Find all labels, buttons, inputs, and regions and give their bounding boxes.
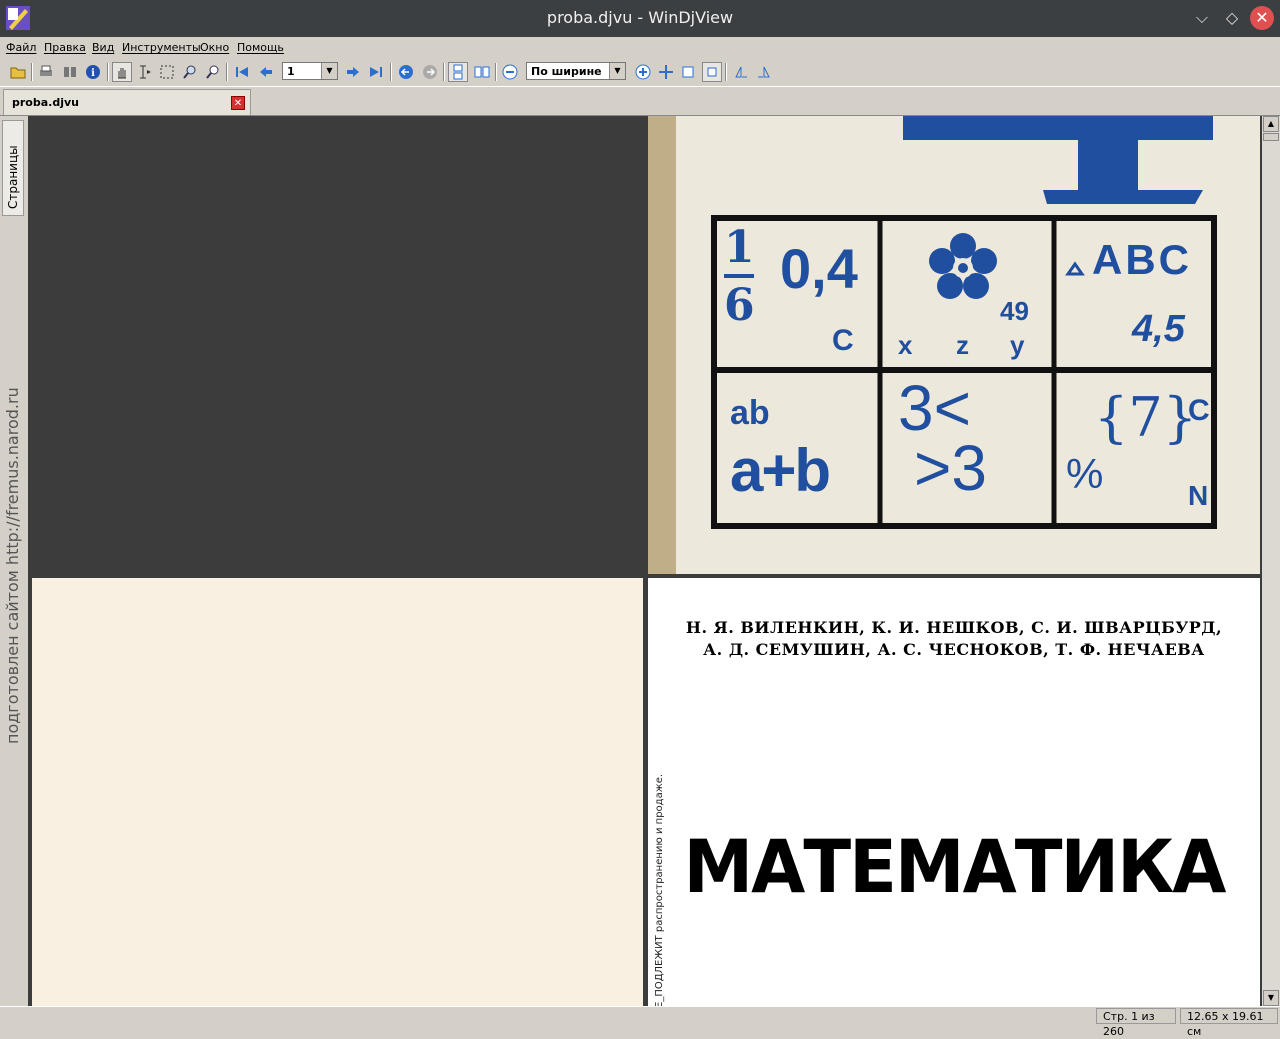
menu-edit[interactable]: Правка: [44, 41, 86, 54]
blank-page: [32, 578, 643, 1006]
minimize-button[interactable]: ⌵: [1190, 6, 1214, 30]
maximize-button[interactable]: ◇: [1220, 6, 1244, 30]
rotate-left-icon[interactable]: [731, 62, 751, 82]
menu-file[interactable]: Файл: [6, 41, 36, 54]
prev-page-icon[interactable]: [256, 62, 276, 82]
tab-label: proba.djvu: [12, 96, 79, 109]
cover-letter-c: C: [832, 324, 854, 357]
continuous-layout-icon[interactable]: [448, 62, 468, 82]
cover-greater-3: >3: [914, 432, 987, 504]
close-button[interactable]: ✕: [1250, 6, 1274, 30]
status-bar: Стр. 1 из 260 12.65 x 19.61 см: [0, 1006, 1280, 1038]
cover-3-less: 3<: [898, 372, 971, 444]
page-number-combo[interactable]: 1 ▼: [282, 62, 338, 80]
fraction-denominator: 6: [724, 280, 755, 331]
actual-size-icon[interactable]: [702, 62, 722, 82]
close-tab-icon[interactable]: ✕: [231, 96, 245, 110]
cover-decimal: 0,4: [780, 237, 858, 300]
cover-y: y: [1010, 330, 1025, 360]
last-page-icon[interactable]: [366, 62, 386, 82]
title-page: Н. Я. ВИЛЕНКИН, К. И. НЕШКОВ, С. И. ШВАР…: [648, 578, 1260, 1006]
cover-inequality: 3< >3: [898, 372, 987, 504]
svg-text:i: i: [91, 68, 95, 79]
cover-49: 49: [1000, 296, 1029, 326]
menu-view[interactable]: Вид: [92, 41, 114, 54]
authors-line-1: Н. Я. ВИЛЕНКИН, К. И. НЕШКОВ, С. И. ШВАР…: [685, 618, 1223, 637]
window-title: proba.djvu - WinDjView: [546, 8, 734, 27]
title-bar: proba.djvu - WinDjView ⌵ ◇ ✕: [0, 0, 1280, 37]
menu-bar: Файл Правка Вид Инструменты Окно Помощь: [0, 37, 1280, 59]
cover-page: 1 6 0,4 C 49 x z y ABC 4,5 ab a+b 3< >3 …: [648, 116, 1260, 574]
back-icon[interactable]: [396, 62, 416, 82]
open-icon[interactable]: [8, 62, 28, 82]
fraction-numerator: 1: [724, 222, 755, 273]
cover-letter-c2: C: [1188, 394, 1210, 427]
scroll-up-icon[interactable]: ▲: [1263, 116, 1279, 132]
zoom-rect-icon[interactable]: [180, 62, 200, 82]
cover-fraction: 1 6: [724, 224, 755, 330]
book-title: МАТЕМАТИКА: [683, 823, 1227, 911]
menu-tools[interactable]: Инструменты: [122, 41, 201, 54]
cover-x: x: [898, 330, 913, 360]
scroll-thumb[interactable]: [1263, 133, 1279, 141]
magnifier-icon[interactable]: [203, 62, 223, 82]
zoom-mode-value: По ширине: [531, 65, 602, 78]
print-icon[interactable]: [36, 62, 56, 82]
first-page-icon[interactable]: [232, 62, 252, 82]
authors-line-2: А. Д. СЕМУШИН, А. С. ЧЕСНОКОВ, Т. Ф. НЕЧ…: [703, 640, 1205, 659]
facing-pages-icon[interactable]: [472, 62, 492, 82]
next-page-icon[interactable]: [343, 62, 363, 82]
zoom-out-icon[interactable]: [500, 62, 520, 82]
watermark-text: подготовлен сайтом http://fremus.narod.r…: [3, 387, 22, 744]
page-number-value: 1: [287, 65, 295, 78]
vertical-scrollbar[interactable]: ▲ ▼: [1262, 116, 1280, 1006]
document-tab-bar: proba.djvu ✕: [0, 87, 1280, 116]
status-size: 12.65 x 19.61 см: [1180, 1008, 1278, 1038]
select-area-icon[interactable]: [157, 62, 177, 82]
document-viewer[interactable]: 1 6 0,4 C 49 x z y ABC 4,5 ab a+b 3< >3 …: [28, 116, 1262, 1006]
menu-help[interactable]: Помощь: [237, 41, 284, 54]
cover-abc: ABC: [1092, 236, 1192, 283]
side-note: Е_ПОДЛЕЖИТ распространению и продаже.: [654, 773, 665, 1006]
fit-page-icon[interactable]: [678, 62, 698, 82]
cover-letter-n: N: [1188, 480, 1209, 511]
forward-icon[interactable]: [420, 62, 440, 82]
fit-width-icon[interactable]: [656, 62, 676, 82]
find-icon[interactable]: [60, 62, 80, 82]
cover-set-7: {7}: [1094, 386, 1198, 449]
chevron-down-icon[interactable]: ▼: [321, 63, 337, 79]
rotate-right-icon[interactable]: [754, 62, 774, 82]
cover-4-5: 4,5: [1132, 308, 1185, 350]
cover-percent: %: [1066, 450, 1104, 497]
status-page: Стр. 1 из 260: [1096, 1008, 1176, 1038]
hand-tool-icon[interactable]: [112, 62, 132, 82]
select-text-icon[interactable]: [135, 62, 155, 82]
cover-z: z: [956, 330, 969, 360]
cover-a-plus-b: a+b: [730, 437, 831, 504]
toolbar: i 1 ▼ По ширине ▼: [0, 59, 1280, 87]
zoom-combo[interactable]: По ширине ▼: [526, 62, 626, 80]
watermark: подготовлен сайтом http://fremus.narod.r…: [0, 116, 22, 1006]
cover-ab: ab: [730, 394, 770, 432]
zoom-in-icon[interactable]: [633, 62, 653, 82]
chevron-down-icon[interactable]: ▼: [609, 63, 625, 79]
tab-proba[interactable]: proba.djvu ✕: [3, 89, 251, 115]
info-icon[interactable]: i: [83, 62, 103, 82]
menu-window[interactable]: Окно: [200, 41, 229, 54]
scroll-down-icon[interactable]: ▼: [1263, 990, 1279, 1006]
